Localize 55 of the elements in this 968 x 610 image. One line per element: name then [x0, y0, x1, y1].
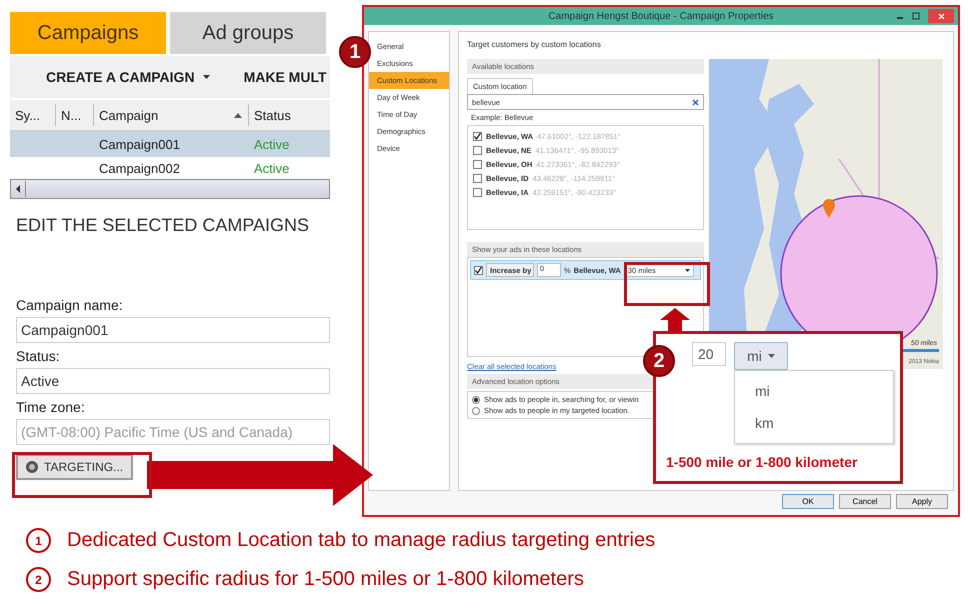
section-heading: EDIT THE SELECTED CAMPAIGNS	[16, 215, 310, 236]
radio-button[interactable]	[472, 406, 480, 414]
unit-dropdown[interactable]: mi	[734, 342, 788, 370]
table-cell-text: Campaign002	[98, 160, 181, 176]
column-header[interactable]: N...	[56, 104, 94, 126]
checkbox[interactable]	[473, 146, 482, 154]
targeting-button[interactable]: TARGETING...	[16, 454, 134, 480]
column-header[interactable]: Sy...	[10, 104, 56, 126]
checkbox[interactable]	[473, 174, 482, 182]
gear-icon	[26, 461, 38, 473]
caret-icon	[768, 354, 775, 358]
dialog-button[interactable]: Apply	[896, 494, 948, 509]
checkbox[interactable]	[473, 160, 482, 168]
caret-icon	[684, 268, 690, 272]
caret-icon	[202, 75, 210, 79]
column-header[interactable]: Status	[249, 104, 330, 126]
tab[interactable]: Campaigns	[10, 12, 166, 54]
window-title: Campaign Hengst Boutique - Campaign Properties	[548, 10, 774, 22]
status-cell-text: Active	[253, 160, 290, 176]
column-header[interactable]: Campaign	[94, 104, 249, 126]
dialog-button[interactable]: Cancel	[839, 494, 891, 509]
legend-text: Dedicated Custom Location tab to manage radius targeting entries	[67, 529, 656, 552]
radio-button[interactable]	[472, 396, 480, 404]
sort-arrow-icon	[234, 112, 242, 118]
section-heading: Target customers by custom locations	[467, 40, 602, 49]
table-cell-text: Campaign001	[98, 136, 181, 152]
clear-icon	[692, 98, 699, 106]
field-label: Campaign name:	[16, 296, 124, 315]
tab[interactable]: Ad groups	[170, 12, 326, 54]
checkbox[interactable]	[473, 188, 482, 196]
radius-input[interactable]: 20	[692, 342, 726, 366]
toolbar-button[interactable]: CREATE A CAMPAIGN	[46, 69, 210, 85]
dialog-button[interactable]: OK	[782, 494, 834, 509]
input-field[interactable]: Campaign001	[16, 317, 330, 343]
toolbar-button[interactable]: MAKE MULT	[244, 69, 327, 85]
checkbox[interactable]	[473, 132, 482, 140]
callout-badge: 1	[339, 36, 371, 68]
field-label: Time zone:	[16, 398, 86, 417]
close-button[interactable]	[928, 9, 954, 23]
menu-item[interactable]: mi	[735, 375, 893, 407]
field-label: Status:	[16, 347, 61, 366]
number-badge: 1	[26, 528, 51, 553]
up-arrow-icon	[660, 308, 690, 332]
table-row[interactable]: Campaign001 Active	[10, 131, 330, 157]
horizontal-scrollbar[interactable]	[10, 179, 330, 199]
maximize-icon	[912, 12, 920, 20]
input-field[interactable]: Active	[16, 368, 330, 394]
close-icon	[938, 12, 944, 20]
table-row[interactable]: Campaign002 Active	[10, 157, 330, 179]
legend-text: Support specific radius for 1-500 miles or 1-800 kilometers	[67, 568, 584, 591]
menu-item[interactable]: km	[735, 407, 893, 439]
checkbox[interactable]	[474, 266, 483, 274]
number-badge: 2	[26, 567, 51, 592]
callout-note: 1-500 mile or 1-800 kilometer	[666, 454, 858, 470]
status-cell-text: Active	[253, 136, 290, 152]
